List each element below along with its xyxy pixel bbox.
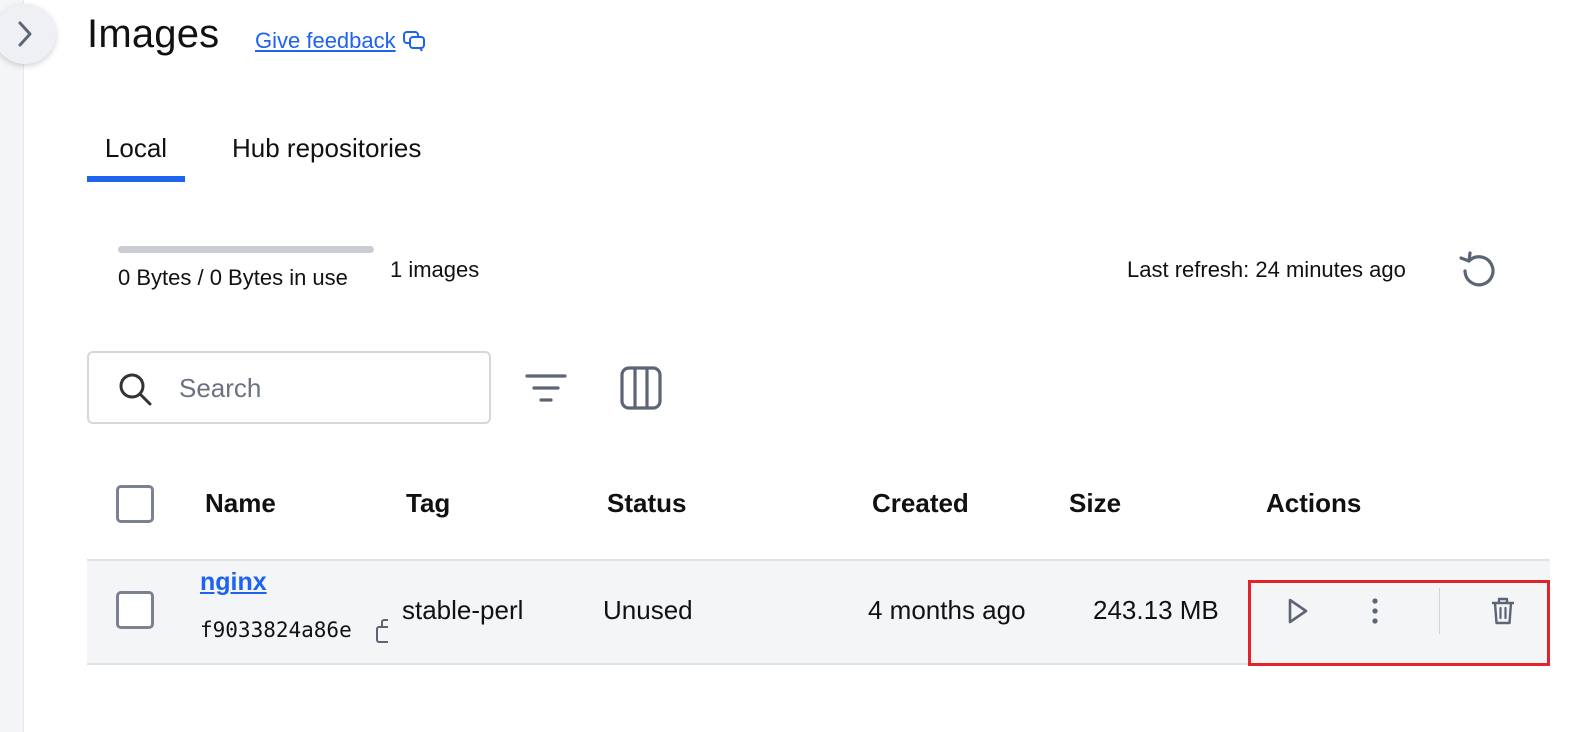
images-page: Images Give feedback Local Hub repositor…: [0, 0, 1596, 732]
column-header-tag[interactable]: Tag: [406, 488, 450, 519]
run-icon: [1288, 598, 1308, 624]
feedback-icon: [402, 31, 425, 52]
sidebar-collapsed: [0, 0, 24, 732]
search-field[interactable]: [87, 351, 491, 424]
more-vertical-icon: [1372, 598, 1378, 624]
copy-icon: [376, 619, 388, 643]
select-all-checkbox[interactable]: [116, 485, 154, 523]
column-header-status[interactable]: Status: [607, 488, 686, 519]
column-header-actions: Actions: [1266, 488, 1362, 518]
columns-button[interactable]: [618, 364, 664, 412]
row-checkbox[interactable]: [116, 591, 154, 629]
image-size: 243.13 MB: [1093, 595, 1219, 625]
copy-id-button[interactable]: [374, 618, 388, 644]
columns-icon: [620, 366, 662, 410]
refresh-icon: [1459, 251, 1495, 287]
filter-icon: [525, 374, 567, 402]
image-name-link[interactable]: nginx: [200, 568, 267, 597]
delete-button[interactable]: [1482, 590, 1524, 632]
image-created: 4 months ago: [868, 595, 1026, 625]
image-tag: stable-perl: [402, 595, 524, 625]
filter-button[interactable]: [523, 366, 569, 410]
column-header-name[interactable]: Name: [205, 488, 276, 519]
disk-usage-bar: [118, 246, 374, 253]
refresh-button[interactable]: [1456, 248, 1502, 294]
image-id: f9033824a86e: [200, 618, 352, 642]
disk-usage-text: 0 Bytes / 0 Bytes in use: [118, 265, 348, 290]
active-tab-indicator: [87, 176, 185, 182]
give-feedback-label: Give feedback: [255, 28, 396, 53]
image-count: 1 images: [390, 257, 480, 282]
trash-icon: [1492, 597, 1514, 625]
actions-divider: [1439, 588, 1440, 634]
column-header-created[interactable]: Created: [872, 488, 969, 519]
page-title: Images: [87, 12, 220, 56]
last-refresh-text: Last refresh: 24 minutes ago: [1127, 257, 1406, 282]
search-input[interactable]: [177, 367, 477, 409]
image-status: Unused: [603, 595, 693, 625]
search-icon: [119, 373, 152, 406]
column-header-size[interactable]: Size: [1069, 488, 1121, 519]
more-actions-button[interactable]: [1354, 590, 1396, 632]
tab-local[interactable]: Local: [87, 133, 185, 164]
tab-hub-repositories[interactable]: Hub repositories: [232, 133, 421, 164]
expand-sidebar-button[interactable]: [0, 4, 56, 64]
run-button[interactable]: [1276, 590, 1318, 632]
give-feedback-link[interactable]: Give feedback: [255, 28, 426, 54]
chevron-right-icon: [18, 21, 32, 47]
